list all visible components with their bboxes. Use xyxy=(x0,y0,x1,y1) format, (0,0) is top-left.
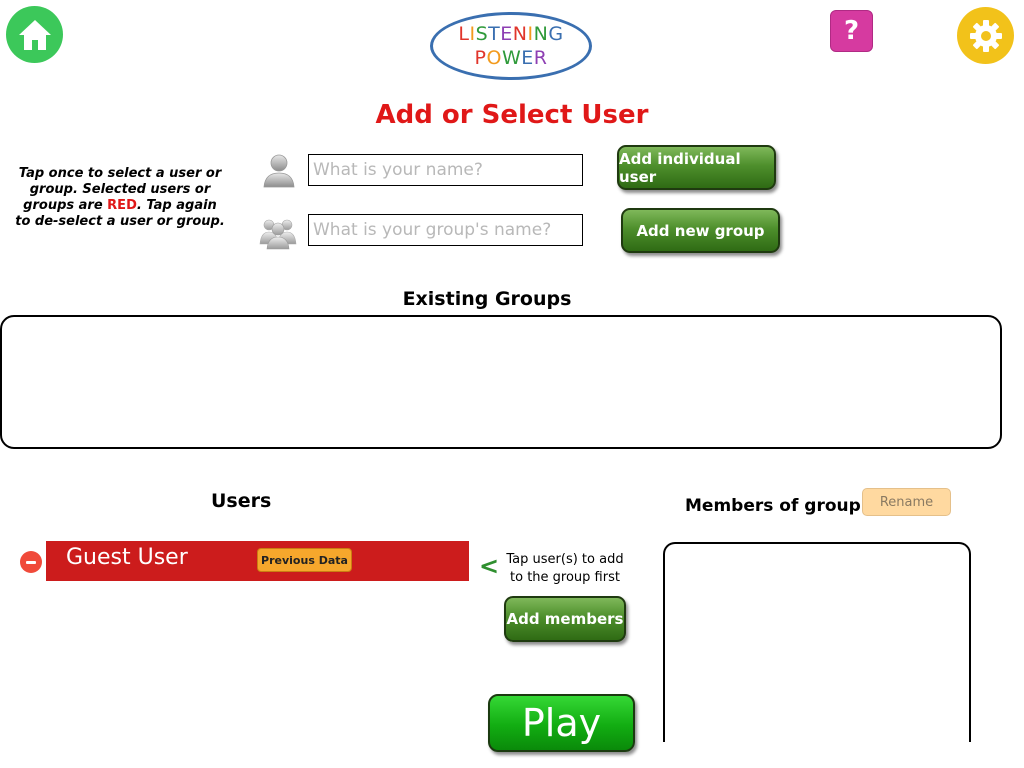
members-of-group-heading: Members of group xyxy=(685,496,861,516)
add-new-group-label: Add new group xyxy=(636,221,765,240)
add-members-hint: Tap user(s) to add to the group first xyxy=(506,552,624,585)
help-button[interactable]: ? xyxy=(830,10,873,52)
settings-button[interactable] xyxy=(957,7,1014,64)
rename-button[interactable]: Rename xyxy=(862,488,951,516)
name-input[interactable] xyxy=(308,154,583,186)
add-members-button[interactable]: Add members xyxy=(504,596,626,642)
user-row[interactable]: Guest User Previous Data xyxy=(46,541,469,581)
logo-letter: N xyxy=(533,23,549,45)
logo-letter: P xyxy=(474,47,487,69)
user-name: Guest User xyxy=(66,545,188,570)
group-icon xyxy=(259,219,297,250)
logo-letter: T xyxy=(488,23,501,45)
instructions-text: Tap once to select a user or group. Sele… xyxy=(15,166,225,229)
previous-data-label: Previous Data xyxy=(261,553,348,567)
logo-line-2: POWER xyxy=(475,46,548,70)
gear-icon xyxy=(969,19,1002,52)
group-members-list[interactable] xyxy=(663,542,971,742)
add-individual-user-button[interactable]: Add individual user xyxy=(617,145,776,190)
group-name-input[interactable] xyxy=(308,214,583,246)
rename-label: Rename xyxy=(879,494,934,510)
logo-letter: S xyxy=(475,23,489,45)
help-icon: ? xyxy=(843,16,860,46)
home-button[interactable] xyxy=(6,6,63,63)
add-new-group-button[interactable]: Add new group xyxy=(621,208,780,253)
app-logo: LISTENING POWER xyxy=(430,12,592,80)
remove-user-icon[interactable] xyxy=(20,551,42,573)
users-heading: Users xyxy=(211,490,272,512)
existing-groups-heading: Existing Groups xyxy=(402,288,572,310)
red-highlight: RED xyxy=(107,198,137,213)
page-title: Add or Select User xyxy=(375,100,649,130)
play-label: Play xyxy=(521,701,602,745)
logo-letter: N xyxy=(512,23,528,45)
logo-letter: E xyxy=(500,23,513,45)
add-individual-user-label: Add individual user xyxy=(619,149,741,186)
logo-letter: O xyxy=(486,47,502,69)
home-icon xyxy=(18,19,51,50)
existing-groups-list[interactable] xyxy=(0,315,1002,449)
play-button[interactable]: Play xyxy=(488,694,635,752)
logo-letter: L xyxy=(458,23,470,45)
user-icon xyxy=(263,154,295,188)
logo-letter: R xyxy=(533,47,548,69)
logo-letter: G xyxy=(548,23,564,45)
add-members-label: Add members xyxy=(506,610,624,628)
logo-line-1: LISTENING xyxy=(458,22,563,46)
logo-letter: E xyxy=(521,47,534,69)
left-arrow-icon: < xyxy=(479,552,500,580)
previous-data-button[interactable]: Previous Data xyxy=(257,548,352,572)
logo-letter: W xyxy=(501,47,522,69)
